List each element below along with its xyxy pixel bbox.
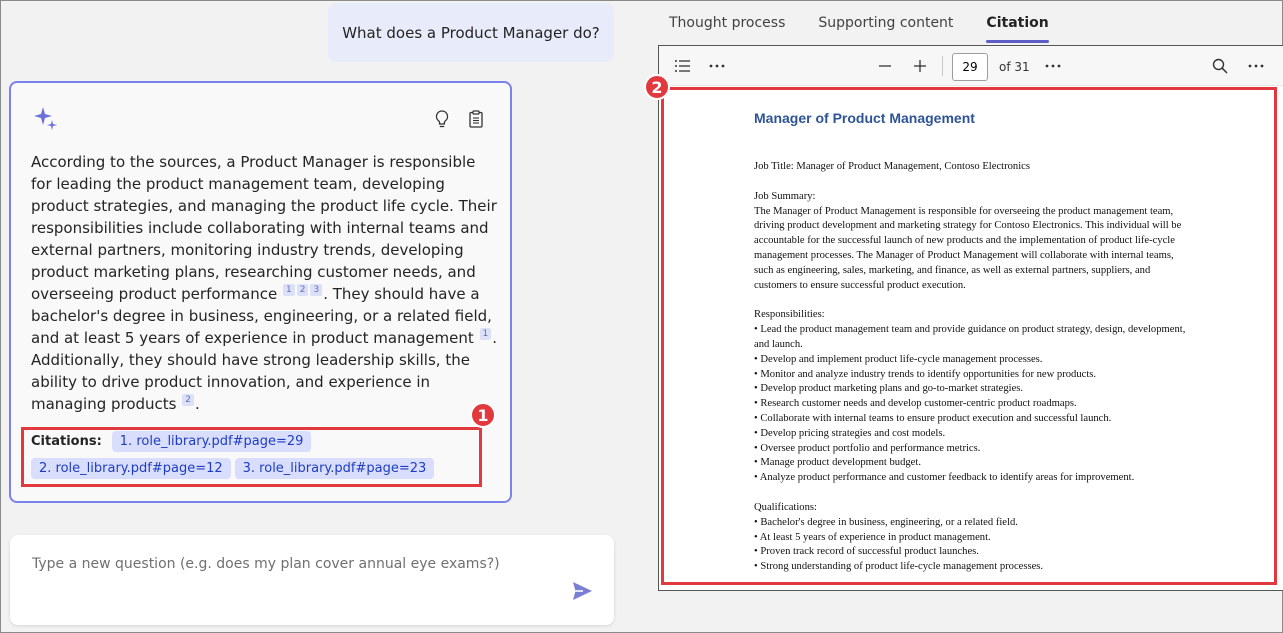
callout-number: 2 (651, 77, 663, 97)
citation-ref[interactable]: 2 (296, 284, 309, 296)
answer-text: According to the sources, a Product Mana… (31, 151, 499, 415)
more-icon[interactable] (707, 56, 727, 76)
chat-area: What does a Product Manager do? Accordin… (1, 1, 629, 633)
citation-ref[interactable]: 1 (479, 328, 492, 340)
citation-ref[interactable]: 1 (283, 284, 295, 296)
list-icon[interactable] (673, 56, 693, 76)
citation-ref[interactable]: 2 (182, 394, 195, 406)
lightbulb-icon[interactable] (432, 109, 452, 129)
more-icon[interactable] (1043, 56, 1063, 76)
send-icon[interactable] (570, 579, 594, 603)
highlight-box-citations (21, 427, 482, 487)
callout-badge: 2 (644, 74, 670, 100)
tab-thought-process[interactable]: Thought process (659, 1, 795, 43)
plus-icon[interactable] (910, 56, 930, 76)
tab-citation[interactable]: Citation (976, 1, 1058, 43)
tab-supporting-content[interactable]: Supporting content (808, 1, 963, 43)
user-question-text: What does a Product Manager do? (342, 23, 600, 42)
page-number-input[interactable] (952, 53, 988, 81)
callout-number: 1 (477, 405, 489, 425)
tab-bar: Thought process Supporting content Citat… (659, 1, 1072, 43)
toolbar-divider (942, 56, 943, 76)
sparkle-icon (34, 107, 57, 130)
question-input-box (10, 535, 614, 625)
answer-segment: According to the sources, a Product Mana… (31, 153, 497, 303)
callout-badge: 1 (470, 402, 496, 428)
clipboard-icon[interactable] (466, 109, 486, 129)
citation-ref[interactable]: 3 (310, 284, 323, 296)
user-question-bubble: What does a Product Manager do? (328, 3, 614, 62)
question-input[interactable] (32, 553, 552, 575)
highlight-box-document (661, 87, 1277, 585)
pdf-toolbar: of 31 (659, 46, 1283, 86)
minus-icon[interactable] (875, 56, 895, 76)
search-icon[interactable] (1210, 56, 1230, 76)
page-count: of 31 (999, 60, 1030, 74)
more-icon[interactable] (1246, 56, 1266, 76)
answer-segment: . (195, 395, 200, 413)
